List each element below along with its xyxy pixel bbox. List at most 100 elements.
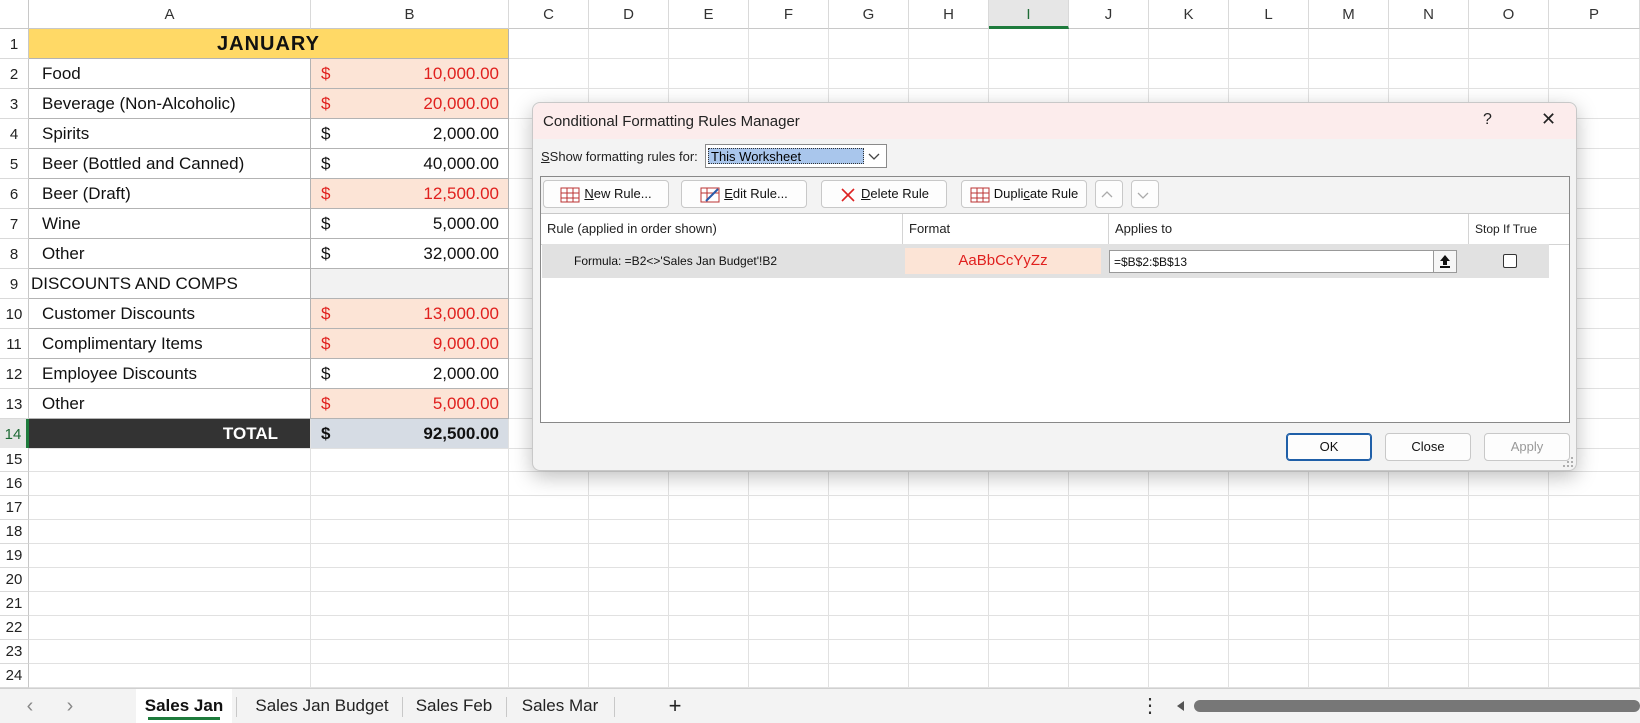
tab-sales-mar[interactable]: Sales Mar bbox=[512, 689, 608, 723]
row-header-11[interactable]: 11 bbox=[0, 329, 29, 359]
row-header-5[interactable]: 5 bbox=[0, 149, 29, 179]
move-down-button[interactable] bbox=[1131, 180, 1159, 208]
row-header-15[interactable]: 15 bbox=[0, 448, 29, 472]
items-label-cell[interactable]: Spirits bbox=[29, 119, 311, 149]
close-button[interactable]: Close bbox=[1385, 433, 1471, 461]
column-header-format[interactable]: Format bbox=[903, 214, 1109, 244]
discounts-amount-cell[interactable]: $5,000.00 bbox=[311, 389, 509, 419]
column-header-h[interactable]: H bbox=[909, 0, 989, 29]
tab-sales-jan[interactable]: Sales Jan bbox=[136, 689, 232, 723]
edit-rule-button[interactable]: Edit Rule... bbox=[681, 180, 807, 208]
row-header-7[interactable]: 7 bbox=[0, 209, 29, 239]
total-label-cell[interactable]: TOTAL bbox=[29, 419, 311, 449]
items-amount-cell[interactable]: $5,000.00 bbox=[311, 209, 509, 239]
move-up-button[interactable] bbox=[1095, 180, 1123, 208]
tab-sales-jan-budget[interactable]: Sales Jan Budget bbox=[244, 689, 400, 723]
total-amount-cell[interactable]: $92,500.00 bbox=[311, 419, 509, 449]
scrollbar-thumb[interactable] bbox=[1194, 700, 1640, 712]
discounts-label-cell[interactable]: Complimentary Items bbox=[29, 329, 311, 359]
tab-prev-icon[interactable]: ‹ bbox=[18, 689, 42, 723]
row-header-24[interactable]: 24 bbox=[0, 664, 29, 688]
row-header-14[interactable]: 14 bbox=[0, 419, 29, 449]
horizontal-scrollbar[interactable] bbox=[1172, 697, 1640, 715]
row-header-1[interactable]: 1 bbox=[0, 29, 29, 59]
row-header-6[interactable]: 6 bbox=[0, 179, 29, 209]
row-header-20[interactable]: 20 bbox=[0, 568, 29, 592]
select-all-corner[interactable] bbox=[0, 0, 29, 29]
ok-button[interactable]: OK bbox=[1286, 433, 1372, 461]
row-header-17[interactable]: 17 bbox=[0, 496, 29, 520]
column-header-i[interactable]: I bbox=[989, 0, 1069, 29]
discounts-amount-cell[interactable]: $9,000.00 bbox=[311, 329, 509, 359]
discounts-amount-cell[interactable]: $2,000.00 bbox=[311, 359, 509, 389]
row-header-23[interactable]: 23 bbox=[0, 640, 29, 664]
discounts-label-cell[interactable]: Other bbox=[29, 389, 311, 419]
column-header-f[interactable]: F bbox=[749, 0, 829, 29]
row-header-13[interactable]: 13 bbox=[0, 389, 29, 419]
new-rule-button[interactable]: New Rule... bbox=[543, 180, 669, 208]
discounts-label-cell[interactable]: Customer Discounts bbox=[29, 299, 311, 329]
column-header-a[interactable]: A bbox=[29, 0, 311, 29]
row-header-21[interactable]: 21 bbox=[0, 592, 29, 616]
column-header-rule[interactable]: Rule (applied in order shown) bbox=[541, 214, 903, 244]
row-header-10[interactable]: 10 bbox=[0, 299, 29, 329]
section-label-cell[interactable]: DISCOUNTS AND COMPS bbox=[29, 269, 311, 299]
applies-to-input[interactable]: =$B$2:$B$13 bbox=[1109, 250, 1457, 273]
column-header-applies-to[interactable]: Applies to bbox=[1109, 214, 1469, 244]
column-header-p[interactable]: P bbox=[1549, 0, 1640, 29]
discounts-amount-cell[interactable]: $13,000.00 bbox=[311, 299, 509, 329]
row-header-19[interactable]: 19 bbox=[0, 544, 29, 568]
scope-dropdown[interactable]: This Worksheet bbox=[705, 144, 887, 168]
items-label-cell[interactable]: Other bbox=[29, 239, 311, 269]
items-amount-cell[interactable]: $12,500.00 bbox=[311, 179, 509, 209]
row-header-12[interactable]: 12 bbox=[0, 359, 29, 389]
column-header-b[interactable]: B bbox=[311, 0, 509, 29]
apply-button[interactable]: Apply bbox=[1484, 433, 1570, 461]
items-amount-cell[interactable]: $20,000.00 bbox=[311, 89, 509, 119]
items-amount-cell[interactable]: $10,000.00 bbox=[311, 59, 509, 89]
items-label-cell[interactable]: Beer (Draft) bbox=[29, 179, 311, 209]
row-header-16[interactable]: 16 bbox=[0, 472, 29, 496]
column-header-m[interactable]: M bbox=[1309, 0, 1389, 29]
column-header-o[interactable]: O bbox=[1469, 0, 1549, 29]
column-header-k[interactable]: K bbox=[1149, 0, 1229, 29]
column-header-j[interactable]: J bbox=[1069, 0, 1149, 29]
items-amount-cell[interactable]: $40,000.00 bbox=[311, 149, 509, 179]
row-header-22[interactable]: 22 bbox=[0, 616, 29, 640]
column-header-g[interactable]: G bbox=[829, 0, 909, 29]
column-header-d[interactable]: D bbox=[589, 0, 669, 29]
help-button[interactable]: ? bbox=[1483, 111, 1492, 129]
stop-if-true-checkbox[interactable] bbox=[1503, 254, 1517, 268]
tab-sales-feb[interactable]: Sales Feb bbox=[408, 689, 500, 723]
row-header-8[interactable]: 8 bbox=[0, 239, 29, 269]
chevron-down-icon[interactable] bbox=[866, 148, 882, 164]
more-options-icon[interactable]: ⋮ bbox=[1138, 689, 1162, 723]
row-header-3[interactable]: 3 bbox=[0, 89, 29, 119]
column-header-c[interactable]: C bbox=[509, 0, 589, 29]
row-header-18[interactable]: 18 bbox=[0, 520, 29, 544]
column-header-stop-if-true[interactable]: Stop If True bbox=[1469, 214, 1549, 244]
items-amount-cell[interactable]: $32,000.00 bbox=[311, 239, 509, 269]
tab-next-icon[interactable]: › bbox=[58, 689, 82, 723]
items-label-cell[interactable]: Beverage (Non-Alcoholic) bbox=[29, 89, 311, 119]
scroll-left-icon[interactable] bbox=[1174, 697, 1188, 715]
section-empty-cell[interactable] bbox=[311, 269, 509, 299]
items-label-cell[interactable]: Wine bbox=[29, 209, 311, 239]
items-amount-cell[interactable]: $2,000.00 bbox=[311, 119, 509, 149]
duplicate-rule-button[interactable]: Duplicate Rule bbox=[961, 180, 1087, 208]
discounts-label-cell[interactable]: Employee Discounts bbox=[29, 359, 311, 389]
row-header-2[interactable]: 2 bbox=[0, 59, 29, 89]
add-sheet-button[interactable]: + bbox=[650, 689, 700, 723]
close-icon[interactable]: ✕ bbox=[1541, 109, 1556, 130]
rule-row[interactable]: Formula: =B2<>'Sales Jan Budget'!B2 AaBb… bbox=[542, 244, 1549, 278]
column-header-e[interactable]: E bbox=[669, 0, 749, 29]
collapse-range-button[interactable] bbox=[1433, 251, 1456, 272]
column-header-n[interactable]: N bbox=[1389, 0, 1469, 29]
month-title-cell[interactable]: JANUARY bbox=[29, 29, 509, 59]
row-header-9[interactable]: 9 bbox=[0, 269, 29, 299]
delete-rule-button[interactable]: Delete Rule bbox=[821, 180, 947, 208]
items-label-cell[interactable]: Beer (Bottled and Canned) bbox=[29, 149, 311, 179]
column-header-l[interactable]: L bbox=[1229, 0, 1309, 29]
resize-grip-icon[interactable] bbox=[1562, 456, 1574, 468]
row-header-4[interactable]: 4 bbox=[0, 119, 29, 149]
